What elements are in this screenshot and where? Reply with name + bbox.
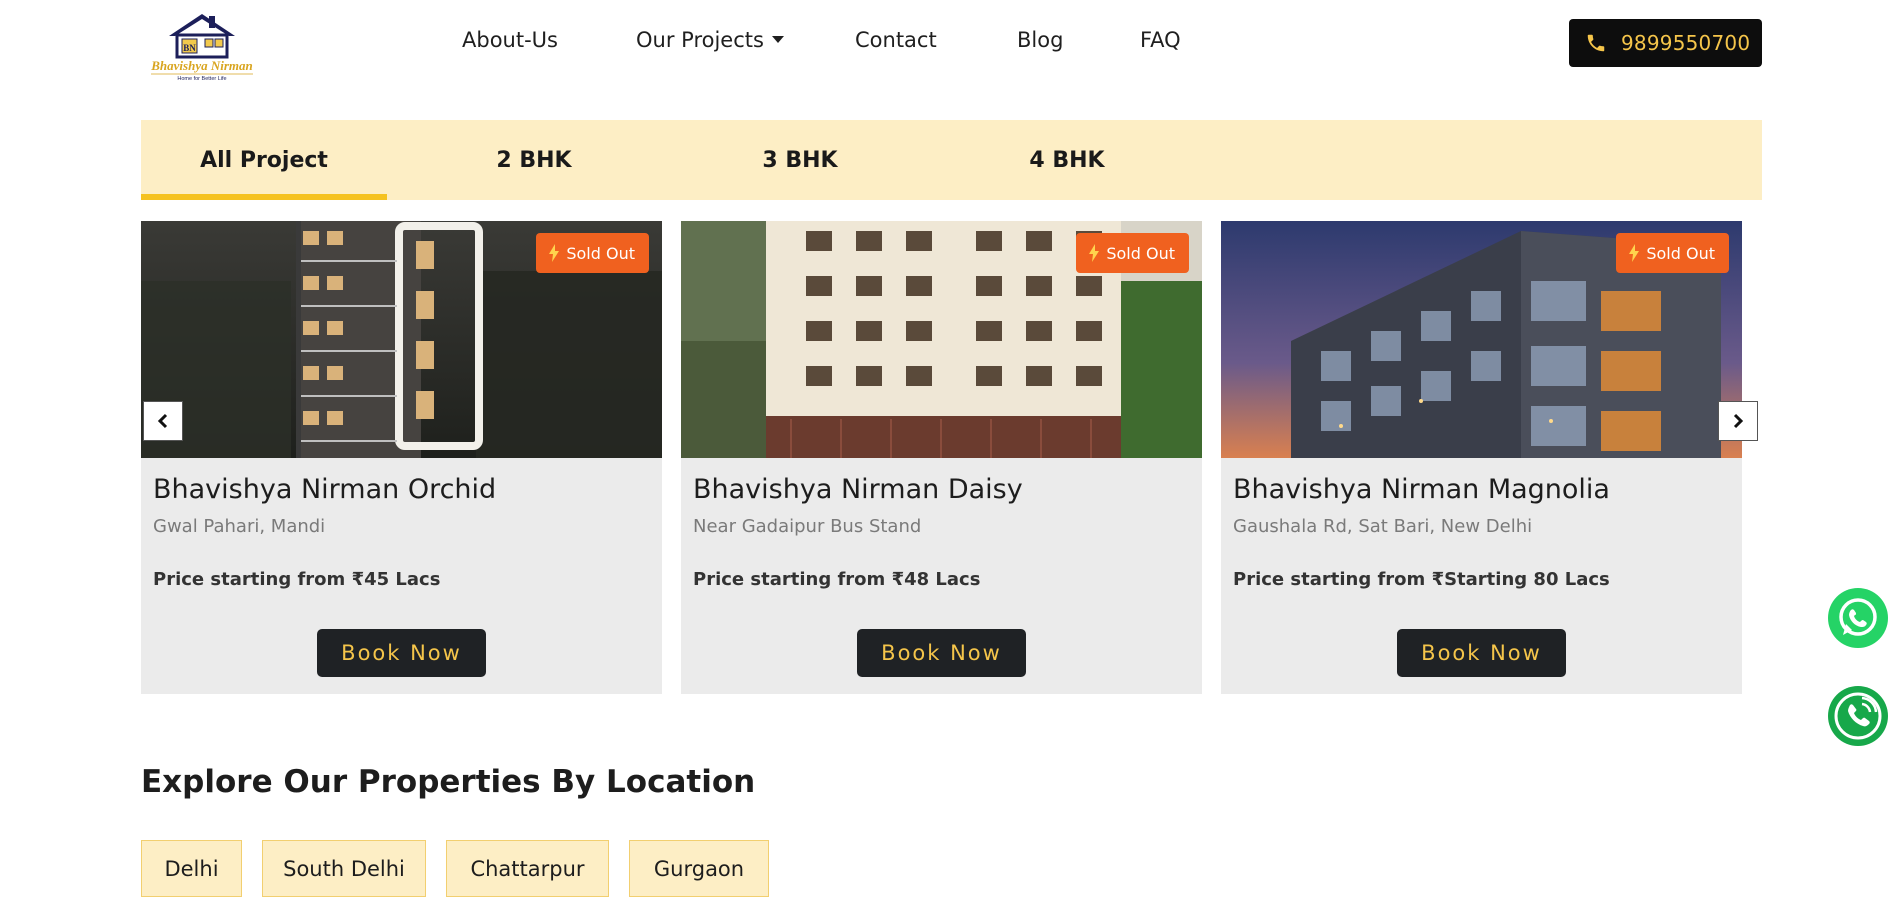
- project-card[interactable]: Sold Out Bhavishya Nirman Orchid Gwal Pa…: [141, 221, 662, 694]
- tab-2-bhk[interactable]: 2 BHK: [479, 120, 589, 200]
- project-card[interactable]: Sold Out Bhavishya Nirman Daisy Near Gad…: [681, 221, 1202, 694]
- book-now-button[interactable]: Book Now: [317, 629, 486, 677]
- nav-blog[interactable]: Blog: [1017, 28, 1063, 52]
- nav-faq-label: FAQ: [1140, 28, 1181, 52]
- call-icon: [1834, 692, 1882, 740]
- tab-4-bhk[interactable]: 4 BHK: [1012, 120, 1122, 200]
- carousel-next-button[interactable]: [1718, 401, 1758, 441]
- svg-text:Home for Better Life: Home for Better Life: [177, 76, 226, 82]
- project-location: Near Gadaipur Bus Stand: [693, 516, 922, 537]
- site-header: BN Bhavishya Nirman Home for Better Life…: [0, 0, 1892, 100]
- lightning-icon: [1089, 244, 1100, 262]
- house-logo-icon: BN Bhavishya Nirman Home for Better Life: [150, 14, 253, 82]
- project-title[interactable]: Bhavishya Nirman Daisy: [693, 474, 1023, 505]
- sold-out-badge: Sold Out: [1616, 233, 1729, 273]
- project-image: Sold Out: [681, 221, 1202, 458]
- project-price: Price starting from ₹Starting 80 Lacs: [1233, 569, 1610, 590]
- location-chattarpur[interactable]: Chattarpur: [446, 840, 609, 897]
- tab-3-bhk-label: 3 BHK: [762, 147, 838, 173]
- nav-contact[interactable]: Contact: [855, 28, 937, 52]
- location-south-delhi[interactable]: South Delhi: [262, 840, 426, 897]
- project-filter-tabs: All Project 2 BHK 3 BHK 4 BHK: [141, 120, 1762, 200]
- project-image: Sold Out: [1221, 221, 1742, 458]
- brand-logo[interactable]: BN Bhavishya Nirman Home for Better Life: [141, 8, 263, 84]
- phone-call-button[interactable]: 9899550700: [1569, 19, 1762, 67]
- project-title[interactable]: Bhavishya Nirman Orchid: [153, 474, 496, 505]
- phone-icon: [1587, 34, 1605, 52]
- nav-about-us[interactable]: About-Us: [462, 28, 558, 52]
- book-now-button[interactable]: Book Now: [1397, 629, 1566, 677]
- whatsapp-icon: [1839, 598, 1877, 636]
- lightning-icon: [549, 244, 560, 262]
- lightning-icon: [1629, 244, 1640, 262]
- project-price: Price starting from ₹45 Lacs: [153, 569, 441, 590]
- tab-all-project[interactable]: All Project: [141, 120, 387, 200]
- svg-text:BN: BN: [183, 43, 196, 53]
- location-gurgaon[interactable]: Gurgaon: [629, 840, 769, 897]
- call-float-button[interactable]: [1828, 686, 1888, 746]
- location-delhi[interactable]: Delhi: [141, 840, 242, 897]
- project-image: Sold Out: [141, 221, 662, 458]
- sold-out-label: Sold Out: [1646, 243, 1715, 263]
- project-location: Gaushala Rd, Sat Bari, New Delhi: [1233, 516, 1533, 537]
- nav-contact-label: Contact: [855, 28, 937, 52]
- nav-blog-label: Blog: [1017, 28, 1064, 52]
- nav-faq[interactable]: FAQ: [1140, 28, 1181, 52]
- tab-4-bhk-label: 4 BHK: [1029, 147, 1105, 173]
- tab-3-bhk[interactable]: 3 BHK: [745, 120, 855, 200]
- book-now-button[interactable]: Book Now: [857, 629, 1026, 677]
- sold-out-badge: Sold Out: [536, 233, 649, 273]
- nav-about-us-label: About-Us: [462, 28, 558, 52]
- project-title[interactable]: Bhavishya Nirman Magnolia: [1233, 474, 1610, 505]
- chevron-left-icon: [157, 413, 168, 429]
- nav-our-projects-label: Our Projects: [636, 28, 764, 52]
- caret-down-icon: [771, 35, 784, 43]
- section-title: Explore Our Properties By Location: [141, 764, 756, 800]
- tab-all-project-label: All Project: [200, 147, 328, 173]
- chevron-right-icon: [1733, 413, 1744, 429]
- sold-out-label: Sold Out: [566, 243, 635, 263]
- whatsapp-float-button[interactable]: [1828, 588, 1888, 648]
- tab-2-bhk-label: 2 BHK: [496, 147, 572, 173]
- sold-out-label: Sold Out: [1106, 243, 1175, 263]
- phone-number: 9899550700: [1621, 31, 1751, 55]
- project-card[interactable]: Sold Out Bhavishya Nirman Magnolia Gaush…: [1221, 221, 1742, 694]
- project-location: Gwal Pahari, Mandi: [153, 516, 326, 537]
- nav-our-projects[interactable]: Our Projects: [636, 28, 784, 52]
- project-price: Price starting from ₹48 Lacs: [693, 569, 981, 590]
- sold-out-badge: Sold Out: [1076, 233, 1189, 273]
- carousel-prev-button[interactable]: [143, 401, 183, 441]
- svg-text:Bhavishya Nirman: Bhavishya Nirman: [150, 58, 253, 73]
